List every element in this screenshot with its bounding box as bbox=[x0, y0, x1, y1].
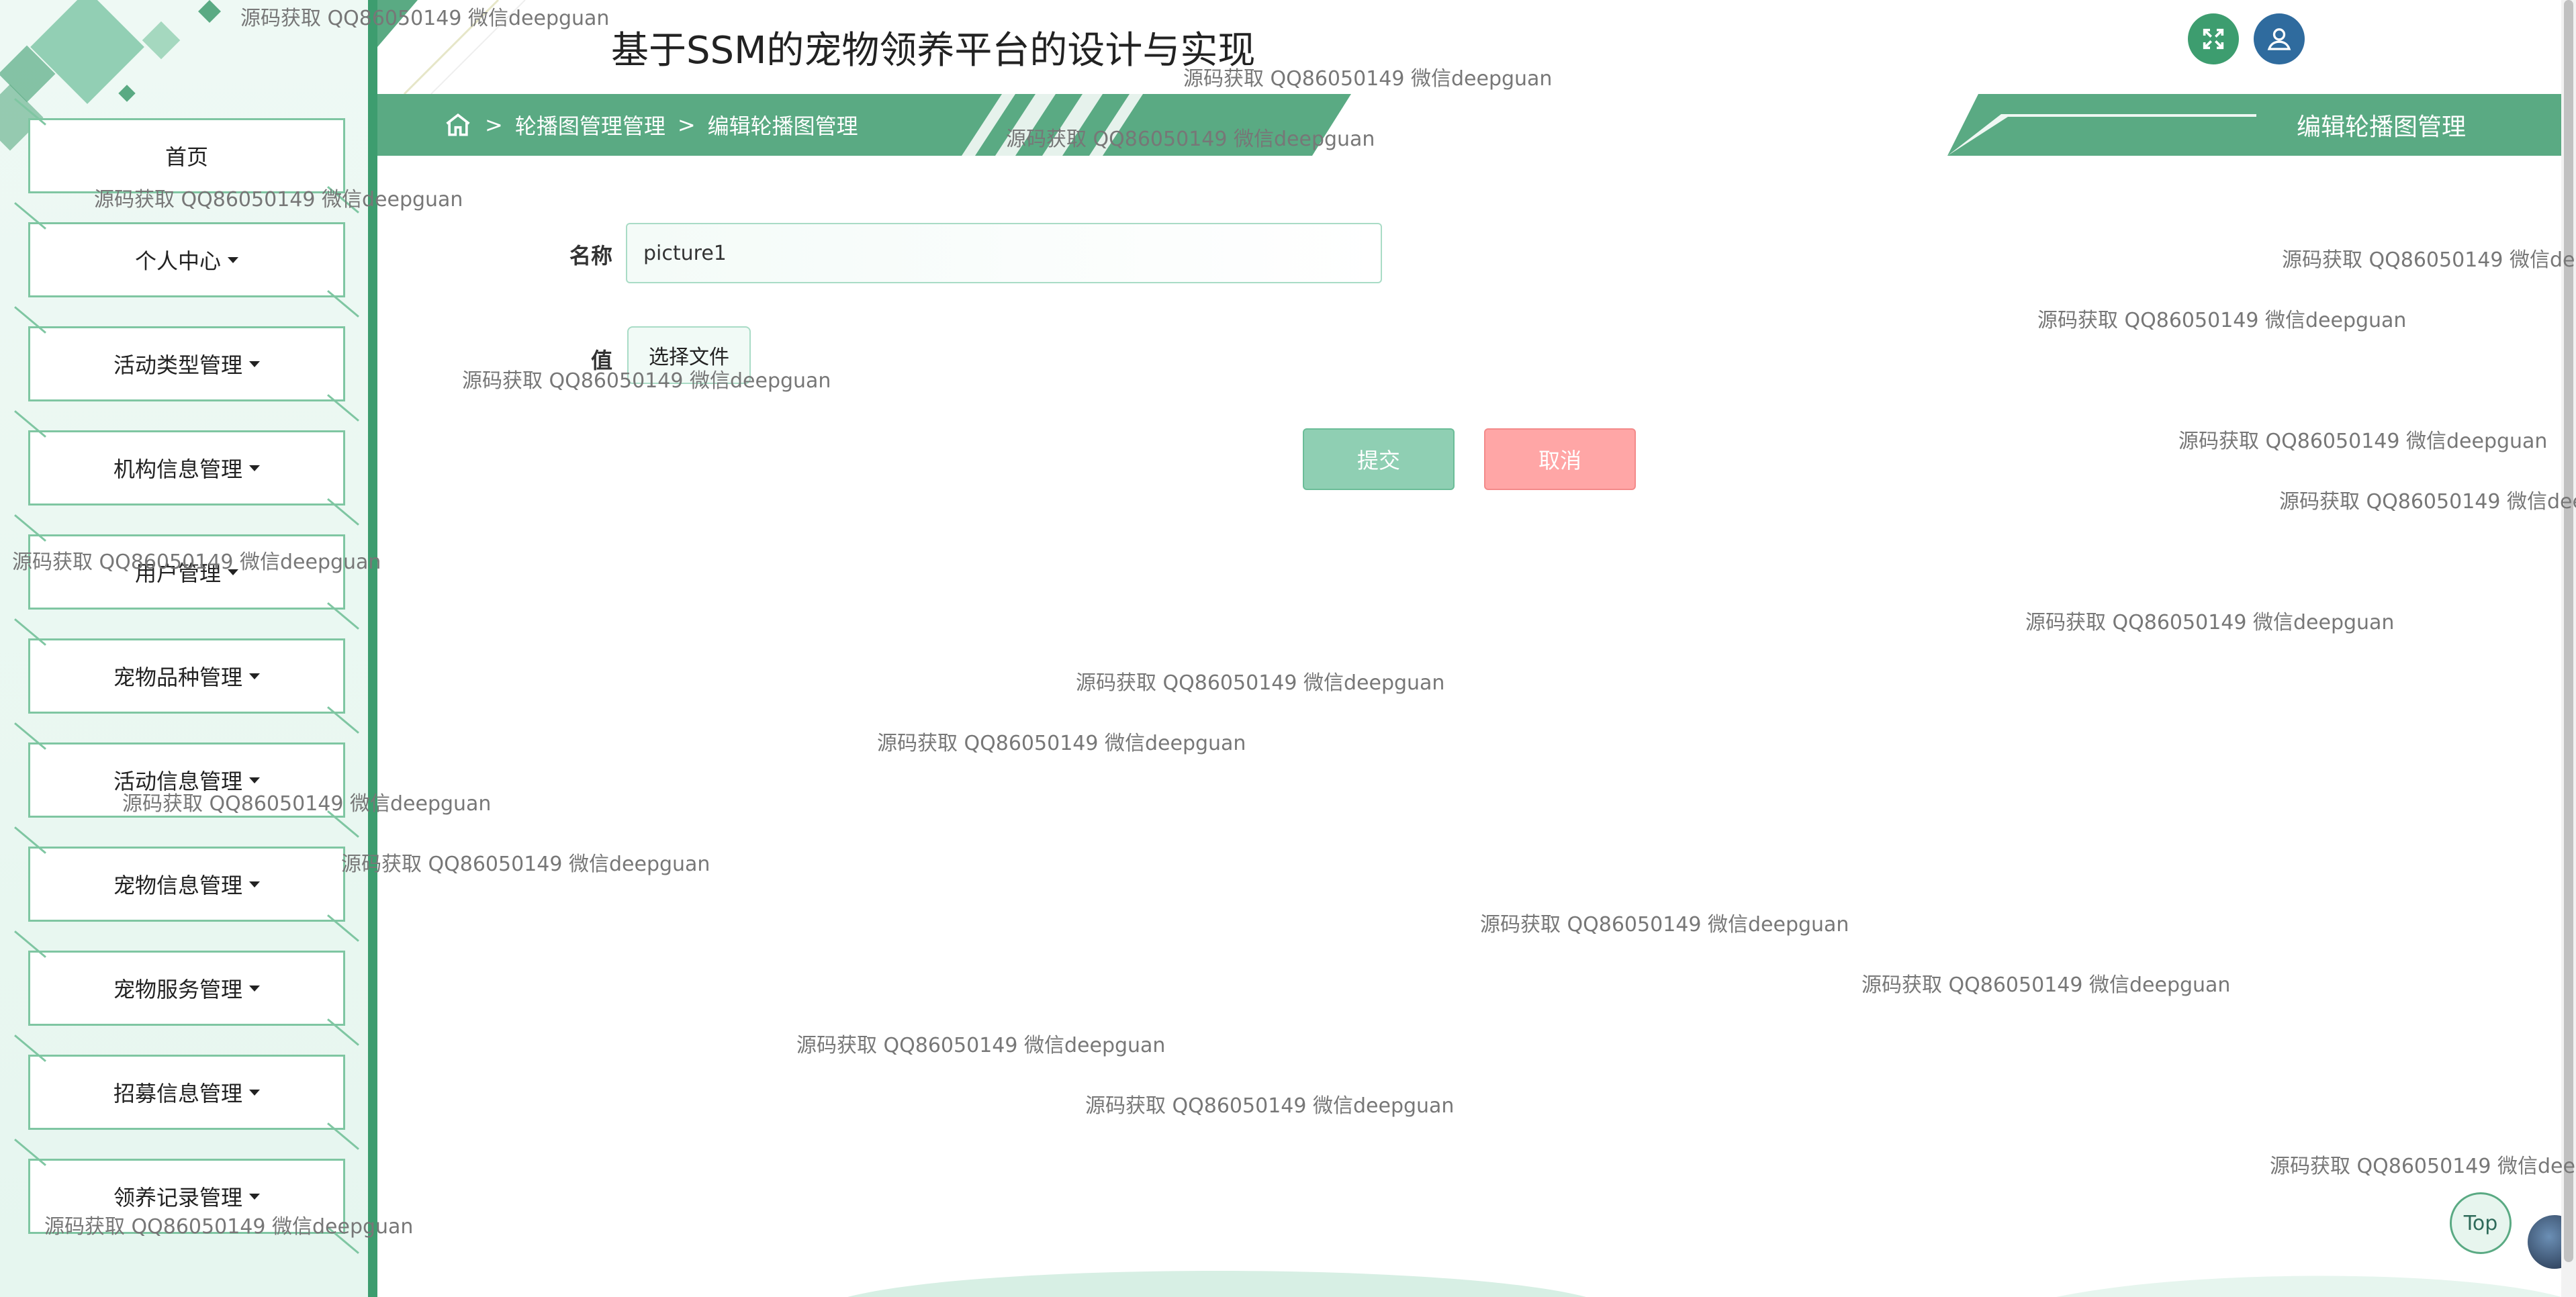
header-decoration bbox=[377, 0, 526, 94]
user-button[interactable] bbox=[2254, 13, 2305, 64]
breadcrumb-separator: > bbox=[677, 112, 696, 138]
sidebar-item[interactable]: 机构信息管理 bbox=[28, 430, 345, 506]
sidebar-item[interactable]: 个人中心 bbox=[28, 222, 345, 297]
watermark-text: 源码获取 QQ86050149 微信deepguan bbox=[341, 853, 710, 876]
sidebar-item[interactable]: 宠物品种管理 bbox=[28, 638, 345, 714]
breadcrumb: > 轮播图管理管理 > 编辑轮播图管理 bbox=[443, 107, 858, 142]
sidebar-item-label: 领养记录管理 bbox=[113, 1185, 242, 1210]
decorative-square bbox=[142, 21, 181, 60]
watermark-text: 源码获取 QQ86050149 微信deepguan bbox=[877, 732, 1246, 755]
breadcrumb-item-edit-carousel: 编辑轮播图管理 bbox=[707, 113, 858, 139]
caret-down-icon bbox=[249, 1193, 260, 1200]
sidebar-item[interactable]: 首页 bbox=[28, 118, 345, 193]
sidebar: 首页个人中心活动类型管理 机构信息管理 用户管理宠物品种管理 活动信息管理 宠物信息管理… bbox=[0, 0, 368, 1297]
back-to-top-button[interactable]: Top bbox=[2450, 1192, 2512, 1254]
watermark-text: 源码获取 QQ86050149 微信deepguan bbox=[1085, 1094, 1455, 1118]
watermark-text: 源码获取 QQ86050149 微信deepguan bbox=[2025, 611, 2395, 634]
caret-down-icon bbox=[249, 465, 260, 471]
sidebar-item[interactable]: 用户管理 bbox=[28, 534, 345, 610]
page-title: 编辑轮播图管理 bbox=[2297, 113, 2467, 141]
sidebar-item-label: 用户管理 bbox=[134, 561, 221, 586]
sidebar-item-label: 首页 bbox=[165, 144, 208, 170]
breadcrumb-item-carousel-management[interactable]: 轮播图管理管理 bbox=[515, 109, 665, 140]
page-title-bar bbox=[1947, 94, 2565, 156]
sidebar-item[interactable]: 活动信息管理 bbox=[28, 742, 345, 818]
sidebar-item-label: 宠物服务管理 bbox=[113, 977, 242, 1002]
stripes-decoration bbox=[1947, 114, 2256, 156]
sidebar-item-label: 活动信息管理 bbox=[113, 769, 242, 794]
decorative-square bbox=[118, 85, 136, 102]
sidebar-item-label: 活动类型管理 bbox=[113, 352, 242, 378]
caret-down-icon bbox=[249, 777, 260, 783]
sidebar-item-label: 个人中心 bbox=[134, 248, 221, 274]
user-icon bbox=[2267, 28, 2291, 50]
choose-file-button[interactable]: 选择文件 bbox=[627, 326, 751, 384]
sidebar-item-label: 机构信息管理 bbox=[113, 457, 242, 482]
watermark-text: 源码获取 QQ86050149 微信deepguan bbox=[1861, 973, 2231, 997]
caret-down-icon bbox=[249, 985, 260, 992]
sidebar-item[interactable]: 领养记录管理 bbox=[28, 1159, 345, 1234]
sidebar-border bbox=[368, 0, 377, 1297]
breadcrumb-separator: > bbox=[485, 112, 503, 138]
decorative-square bbox=[198, 0, 221, 23]
caret-down-icon bbox=[249, 1089, 260, 1096]
caret-down-icon bbox=[249, 881, 260, 887]
fullscreen-button[interactable] bbox=[2188, 13, 2239, 64]
home-icon[interactable] bbox=[443, 110, 473, 140]
sidebar-item-label: 宠物信息管理 bbox=[113, 873, 242, 898]
sidebar-item[interactable]: 宠物服务管理 bbox=[28, 951, 345, 1026]
sidebar-item-label: 宠物品种管理 bbox=[113, 665, 242, 690]
app-title: 基于SSM的宠物领养平台的设计与实现 bbox=[611, 29, 1256, 73]
name-label: 名称 bbox=[569, 243, 612, 269]
fullscreen-icon bbox=[2203, 28, 2224, 50]
watermark-text: 源码获取 QQ86050149 微信deepguan bbox=[2037, 309, 2407, 332]
caret-down-icon bbox=[249, 673, 260, 679]
sidebar-item[interactable]: 活动类型管理 bbox=[28, 326, 345, 401]
watermark-text: 源码获取 QQ86050149 微信deepguan bbox=[2282, 248, 2576, 272]
bottom-wave-decoration bbox=[847, 1271, 2561, 1297]
watermark-text: 源码获取 QQ86050149 微信deepguan bbox=[2178, 430, 2548, 453]
submit-button[interactable]: 提交 bbox=[1303, 428, 1455, 490]
caret-down-icon bbox=[228, 256, 238, 263]
watermark-text: 源码获取 QQ86050149 微信deepguan bbox=[2279, 490, 2576, 514]
sidebar-item[interactable]: 宠物信息管理 bbox=[28, 847, 345, 922]
scrollbar-thumb[interactable] bbox=[2564, 0, 2573, 1262]
caret-down-icon bbox=[228, 569, 238, 575]
cancel-button[interactable]: 取消 bbox=[1484, 428, 1636, 490]
watermark-text: 源码获取 QQ86050149 微信deepguan bbox=[796, 1034, 1166, 1057]
name-input[interactable] bbox=[626, 223, 1382, 283]
sidebar-item[interactable]: 招募信息管理 bbox=[28, 1055, 345, 1130]
caret-down-icon bbox=[249, 361, 260, 367]
watermark-text: 源码获取 QQ86050149 微信deepguan bbox=[1076, 671, 1445, 695]
watermark-text: 源码获取 QQ86050149 微信deepguan bbox=[1480, 913, 1849, 936]
value-label: 值 bbox=[590, 348, 612, 373]
watermark-text: 源码获取 QQ86050149 微信deepguan bbox=[2270, 1155, 2576, 1178]
sidebar-item-label: 招募信息管理 bbox=[113, 1081, 242, 1106]
